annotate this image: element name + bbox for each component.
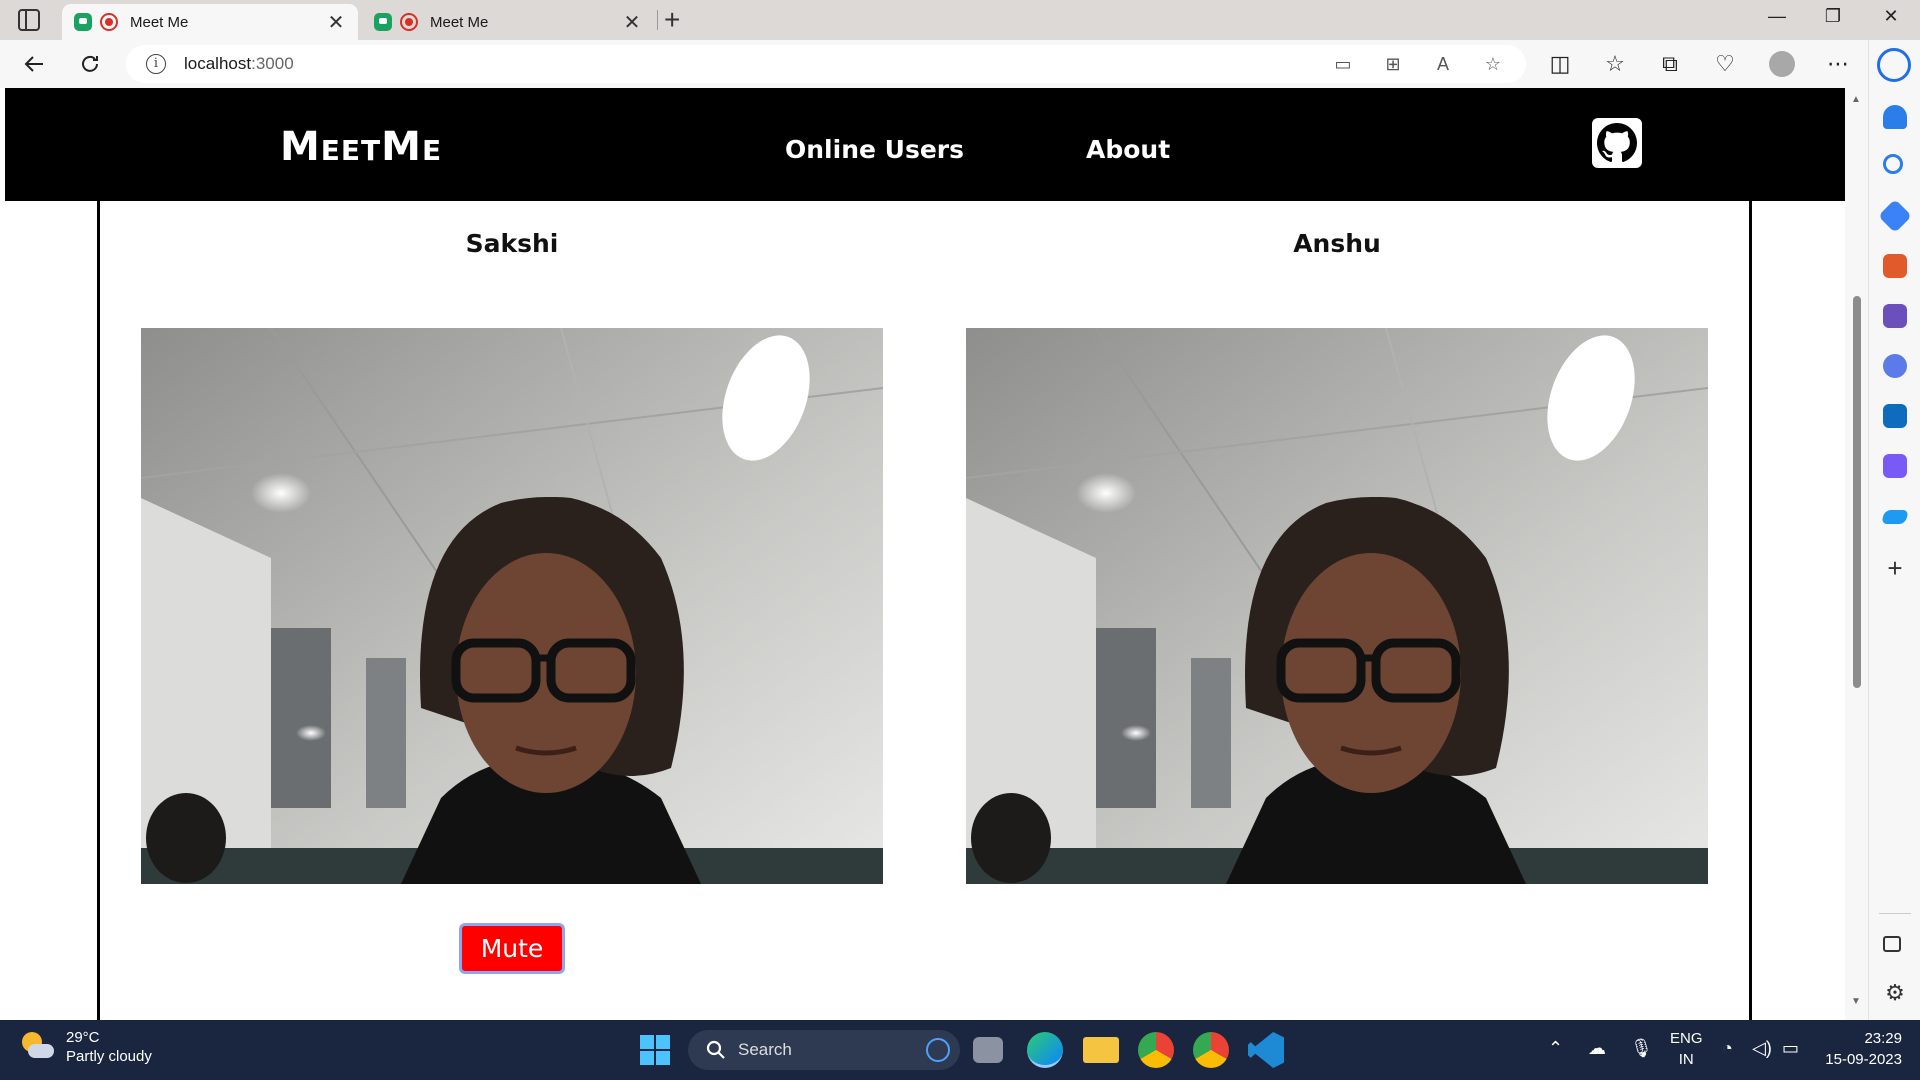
- nav-online-users[interactable]: Online Users: [785, 135, 964, 164]
- tab-separator: [657, 10, 658, 30]
- camera-in-use-icon[interactable]: ▭: [1332, 54, 1354, 76]
- weather-condition: Partly cloudy: [66, 1048, 152, 1065]
- read-aloud-icon[interactable]: A: [1432, 54, 1454, 76]
- tab-title: Meet Me: [430, 13, 489, 31]
- chrome-profile-icon[interactable]: [1193, 1032, 1229, 1068]
- microsoft-365-icon[interactable]: [1883, 354, 1907, 378]
- send-icon[interactable]: [1881, 510, 1909, 524]
- bing-icon[interactable]: [926, 1038, 950, 1062]
- meet-favicon-icon: [374, 13, 392, 31]
- collections-icon[interactable]: ⧉: [1656, 50, 1684, 78]
- brand-logo[interactable]: MeetMe: [280, 124, 442, 170]
- favorite-star-icon[interactable]: ☆: [1482, 54, 1504, 76]
- bing-copilot-icon[interactable]: [1877, 48, 1911, 82]
- nav-about[interactable]: About: [1086, 135, 1170, 164]
- sidebar-divider: [1879, 913, 1911, 914]
- clock-date: 15-09-2023: [1825, 1051, 1902, 1068]
- lang-region: IN: [1678, 1051, 1694, 1068]
- outlook-icon[interactable]: [1883, 404, 1907, 428]
- add-sidebar-app-icon[interactable]: +: [1883, 555, 1907, 581]
- language-indicator[interactable]: ENG IN: [1670, 1028, 1703, 1070]
- onedrive-icon[interactable]: ☁: [1588, 1038, 1606, 1059]
- wifi-icon[interactable]: ◔: [1722, 1038, 1733, 1059]
- github-icon: [1597, 123, 1637, 163]
- vscode-icon[interactable]: [1248, 1032, 1284, 1068]
- local-user-name: Sakshi: [465, 229, 559, 258]
- designer-icon[interactable]: [1883, 454, 1907, 478]
- remote-video: [966, 328, 1708, 884]
- system-clock[interactable]: 23:29 15-09-2023: [1822, 1028, 1902, 1070]
- tools-icon[interactable]: [1883, 254, 1907, 278]
- tab-meet-me[interactable]: Meet Me ✕: [362, 4, 654, 40]
- page-scrollbar[interactable]: ▲ ▼: [1845, 88, 1868, 1020]
- scroll-down-arrow-icon[interactable]: ▼: [1851, 996, 1861, 1007]
- refresh-icon: [82, 55, 98, 72]
- close-tab-icon[interactable]: ✕: [622, 10, 642, 35]
- page-viewport: MeetMe Online Users About Sakshi Anshu M…: [0, 88, 1845, 1020]
- show-hidden-icons-chevron-icon[interactable]: ⌃: [1548, 1038, 1563, 1059]
- close-window-button[interactable]: ✕: [1876, 6, 1906, 27]
- url-port: :3000: [251, 54, 294, 73]
- weather-temp: 29°C: [66, 1029, 100, 1046]
- site-info-icon[interactable]: i: [146, 54, 166, 74]
- camera-feed-image: [141, 328, 883, 884]
- app-navbar: MeetMe Online Users About: [5, 88, 1845, 201]
- recording-icon: [100, 13, 118, 31]
- scroll-up-arrow-icon[interactable]: ▲: [1851, 94, 1861, 105]
- scroll-thumb[interactable]: [1853, 296, 1861, 688]
- edge-sidebar: + ⚙: [1868, 40, 1920, 1020]
- back-button[interactable]: [20, 50, 48, 78]
- windows-taskbar: 29°C Partly cloudy Search ⌃ ☁ 🎙 ENG IN ◔…: [0, 1020, 1920, 1080]
- meet-favicon-icon: [74, 13, 92, 31]
- camera-feed-image: [966, 328, 1708, 884]
- notifications-bell-icon[interactable]: [1883, 105, 1907, 129]
- url-host: localhost: [184, 54, 252, 73]
- new-tab-button[interactable]: +: [664, 6, 680, 34]
- app-available-icon[interactable]: ⊞: [1382, 54, 1404, 76]
- hide-sidebar-icon[interactable]: [1883, 936, 1901, 952]
- tab-meet-me-active[interactable]: Meet Me ✕: [62, 4, 358, 40]
- browser-toolbar: i localhost:3000 ▭ ⊞ A ☆ ◫ ☆ ⧉ ♡ ⋯: [0, 40, 1920, 88]
- games-icon[interactable]: [1883, 304, 1907, 328]
- restore-button[interactable]: ❐: [1818, 6, 1848, 27]
- minimize-button[interactable]: —: [1762, 6, 1792, 27]
- mute-button[interactable]: Mute: [459, 923, 565, 974]
- taskbar-search[interactable]: Search: [688, 1030, 960, 1070]
- start-windows-icon[interactable]: [640, 1035, 670, 1065]
- microphone-icon[interactable]: 🎙: [1630, 1038, 1653, 1059]
- task-view-icon[interactable]: [973, 1037, 1003, 1063]
- tab-strip: Meet Me ✕ Meet Me ✕ + — ❐ ✕: [0, 0, 1920, 40]
- edge-taskbar-icon[interactable]: [1027, 1032, 1063, 1068]
- local-video: [141, 328, 883, 884]
- browser-essentials-icon[interactable]: ♡: [1711, 50, 1739, 78]
- profile-avatar-icon[interactable]: [1768, 50, 1796, 78]
- sidebar-settings-gear-icon[interactable]: ⚙: [1883, 980, 1907, 1005]
- close-tab-icon[interactable]: ✕: [326, 10, 346, 35]
- split-screen-icon[interactable]: ◫: [1546, 50, 1574, 78]
- tab-title: Meet Me: [130, 13, 189, 31]
- github-link[interactable]: [1592, 118, 1642, 168]
- partly-cloudy-icon: [20, 1030, 54, 1064]
- recording-icon: [400, 13, 418, 31]
- shopping-tag-icon[interactable]: [1878, 199, 1912, 233]
- clock-time: 23:29: [1864, 1030, 1902, 1047]
- address-bar[interactable]: i localhost:3000 ▭ ⊞ A ☆: [126, 45, 1526, 83]
- chrome-icon[interactable]: [1138, 1032, 1174, 1068]
- file-explorer-icon[interactable]: [1083, 1037, 1119, 1063]
- weather-widget[interactable]: 29°C Partly cloudy: [20, 1028, 152, 1066]
- more-options-icon[interactable]: ⋯: [1824, 50, 1852, 78]
- url-text[interactable]: localhost:3000: [184, 54, 294, 74]
- search-placeholder: Search: [738, 1040, 792, 1059]
- remote-user-name: Anshu: [1293, 229, 1381, 258]
- search-icon[interactable]: [1883, 154, 1903, 174]
- battery-icon[interactable]: ▭: [1782, 1038, 1799, 1059]
- lang-code: ENG: [1670, 1030, 1703, 1047]
- refresh-button[interactable]: [76, 50, 104, 78]
- back-arrow-icon: [24, 56, 43, 72]
- favorites-icon[interactable]: ☆: [1601, 50, 1629, 78]
- volume-icon[interactable]: ◁): [1752, 1038, 1772, 1059]
- search-icon: [706, 1040, 725, 1059]
- tab-actions-icon[interactable]: [18, 9, 40, 31]
